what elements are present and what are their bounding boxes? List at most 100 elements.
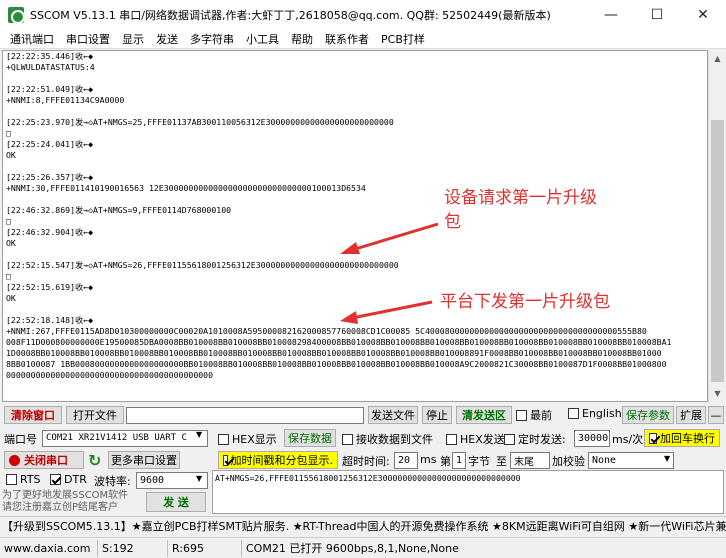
chevron-down-icon-checksum[interactable]: ▼ — [664, 454, 670, 463]
annotation-device-request: 设备请求第一片升级 包 — [444, 186, 597, 234]
promo-text[interactable]: 为了更好地发展SSCOM软件 请您注册嘉立创P结尾客户 — [2, 490, 152, 514]
clear-send-button[interactable]: 清发送区 — [456, 406, 512, 424]
english-checkbox[interactable]: English — [568, 407, 622, 420]
menu-comm-port[interactable]: 通讯端口 — [4, 31, 60, 47]
baud-label: 波特率: — [94, 475, 131, 488]
receive-line — [6, 106, 671, 117]
receive-line: [22:22:35.446]收←◆ — [6, 51, 94, 61]
receive-line: 8BB0100087 1BB0008000000000000000000BB01… — [6, 359, 667, 369]
timeout-ms: ms — [420, 453, 437, 466]
port-label: 端口号 — [4, 433, 37, 446]
status-recv-count: R:695 — [168, 539, 242, 557]
to-select[interactable]: 末尾 — [510, 451, 550, 469]
receive-line: 008F11D000800000000E19500085DBA0008BB010… — [6, 337, 672, 347]
interval-input[interactable]: 30000 — [574, 429, 610, 447]
timed-send-checkbox[interactable]: 定时发送: — [504, 431, 566, 447]
receive-line: [22:25:23.970]发→◇AT+NMGS=25,FFFE01137AB3… — [6, 117, 394, 127]
annotation-device-request-line2: 包 — [444, 212, 461, 232]
send-input[interactable]: AT+NMGS=26,FFFE01155618001256312E3000000… — [212, 470, 724, 514]
clear-window-button[interactable]: 清除窗口 — [4, 406, 62, 424]
to-label: 至 — [496, 455, 507, 468]
menu-display[interactable]: 显示 — [116, 31, 150, 47]
nth-label: 第 — [440, 455, 451, 468]
checksum-select[interactable]: None — [588, 451, 674, 469]
receive-line: +NNMI:8,FFFE01134C9A0000 — [6, 95, 125, 105]
file-path-input[interactable] — [126, 406, 364, 424]
chevron-down-icon[interactable]: ▼ — [196, 430, 202, 439]
receive-line — [6, 161, 671, 172]
toolbar-port: 端口号 COM21 XR21V1412 USB UART C ▼ HEX显示 保… — [0, 428, 726, 448]
collapse-button[interactable]: — — [708, 406, 724, 424]
receive-line: 1D0008BB010008BB010008BB010008BB010008BB… — [6, 348, 662, 358]
receive-line: [22:25:26.357]收←◆ — [6, 172, 94, 182]
timeout-input[interactable]: 20 — [394, 451, 418, 469]
timeout-label: 超时时间: — [342, 455, 390, 468]
annotation-device-request-line1: 设备请求第一片升级 — [444, 188, 597, 208]
receive-line: 0000000000000000000000000000000000000000… — [6, 370, 214, 380]
menu-tools[interactable]: 小工具 — [240, 31, 285, 47]
ad-bar[interactable]: 【升级到SSCOM5.13.1】★嘉立创PCB打样SMT贴片服务. ★RT-Th… — [0, 516, 726, 535]
save-data-button[interactable]: 保存数据 — [284, 429, 336, 447]
add-crlf-checkbox[interactable]: 加回车换行 — [644, 429, 720, 447]
more-settings-button[interactable]: 更多串口设置 — [108, 451, 180, 469]
receive-line: □ — [6, 128, 11, 138]
menu-contact[interactable]: 联系作者 — [319, 31, 375, 47]
scroll-down-icon[interactable]: ▼ — [709, 385, 726, 402]
port-status-icon — [9, 454, 20, 466]
menu-multi-string[interactable]: 多字符串 — [184, 31, 240, 47]
title-bar: SSCOM V5.13.1 串口/网络数据调试器,作者:大虾丁丁,2618058… — [0, 0, 726, 30]
maximize-button[interactable]: ☐ — [634, 0, 680, 30]
byte-label: 字节 — [468, 455, 490, 468]
close-port-button[interactable]: 关闭串口 — [4, 451, 84, 469]
port-select[interactable]: COM21 XR21V1412 USB UART C — [42, 429, 208, 447]
dtr-checkbox[interactable]: DTR — [50, 473, 87, 486]
annotation-platform: 平台下发第一片升级包 — [440, 292, 610, 312]
hex-send-checkbox[interactable]: HEX发送 — [446, 431, 505, 447]
promo-line2: 请您注册嘉立创P结尾客户 — [2, 502, 119, 513]
promo-line1: 为了更好地发展SSCOM软件 — [2, 490, 129, 501]
send-file-button[interactable]: 发送文件 — [368, 406, 418, 424]
scroll-up-icon[interactable]: ▲ — [709, 50, 726, 67]
expand-button[interactable]: 扩展 — [676, 406, 706, 424]
receive-line: □ — [6, 271, 11, 281]
window-title: SSCOM V5.13.1 串口/网络数据调试器,作者:大虾丁丁,2618058… — [30, 9, 551, 22]
receive-line: [22:52:15.547]发→◇AT+NMGS=26,FFFE01155618… — [6, 260, 399, 270]
refresh-icon[interactable]: ↻ — [88, 451, 101, 470]
menu-bar: 通讯端口 串口设置 显示 发送 多字符串 小工具 帮助 联系作者 PCB打样 — [0, 30, 726, 49]
status-port-info: COM21 已打开 9600bps,8,1,None,None — [246, 542, 459, 555]
save-params-button[interactable]: 保存参数 — [622, 406, 674, 424]
status-site-link[interactable]: www.daxia.com — [0, 539, 98, 557]
minimize-button[interactable]: — — [588, 0, 634, 30]
receive-line: [22:25:24.041]收←◆ — [6, 139, 94, 149]
nth-input[interactable]: 1 — [452, 451, 466, 469]
close-button[interactable]: ✕ — [680, 0, 726, 30]
receive-line: [22:22:51.049]收←◆ — [6, 84, 94, 94]
menu-help[interactable]: 帮助 — [285, 31, 319, 47]
topmost-checkbox[interactable]: 最前 — [516, 407, 552, 423]
receive-line: +QLWULDATASTATUS:4 — [6, 62, 95, 72]
menu-serial-settings[interactable]: 串口设置 — [60, 31, 116, 47]
scroll-thumb[interactable] — [711, 120, 724, 382]
chevron-down-icon-baud[interactable]: ▼ — [196, 474, 202, 483]
rts-checkbox[interactable]: RTS — [6, 473, 41, 486]
arrow-icon-platform — [340, 300, 433, 324]
open-file-button[interactable]: 打开文件 — [66, 406, 124, 424]
status-bar: www.daxia.com S:192 R:695 COM21 已打开 9600… — [0, 537, 726, 558]
interval-unit: ms/次 — [612, 433, 644, 446]
send-button[interactable]: 发 送 — [146, 492, 206, 512]
recv-to-file-checkbox[interactable]: 接收数据到文件 — [342, 431, 433, 447]
toolbar-port-control: 关闭串口 ↻ 更多串口设置 加时间戳和分包显示. 超时时间: 20 ms 第 1… — [0, 450, 726, 470]
timestamp-checkbox[interactable]: 加时间戳和分包显示. — [218, 451, 338, 469]
arrow-icon-request — [340, 222, 439, 254]
menu-send[interactable]: 发送 — [150, 31, 184, 47]
stop-button[interactable]: 停止 — [422, 406, 452, 424]
toolbar-file: 清除窗口 打开文件 发送文件 停止 清发送区 最前 English 保存参数 扩… — [0, 405, 726, 425]
app-icon — [8, 7, 25, 24]
menu-pcb[interactable]: PCB打样 — [375, 31, 431, 47]
checksum-label: 加校验 — [552, 455, 585, 468]
receive-line: OK — [6, 150, 16, 160]
status-sent-count: S:192 — [98, 539, 168, 557]
hex-display-checkbox[interactable]: HEX显示 — [218, 431, 277, 447]
receive-scrollbar[interactable]: ▲ ▼ — [708, 50, 726, 402]
receive-line — [6, 73, 671, 84]
